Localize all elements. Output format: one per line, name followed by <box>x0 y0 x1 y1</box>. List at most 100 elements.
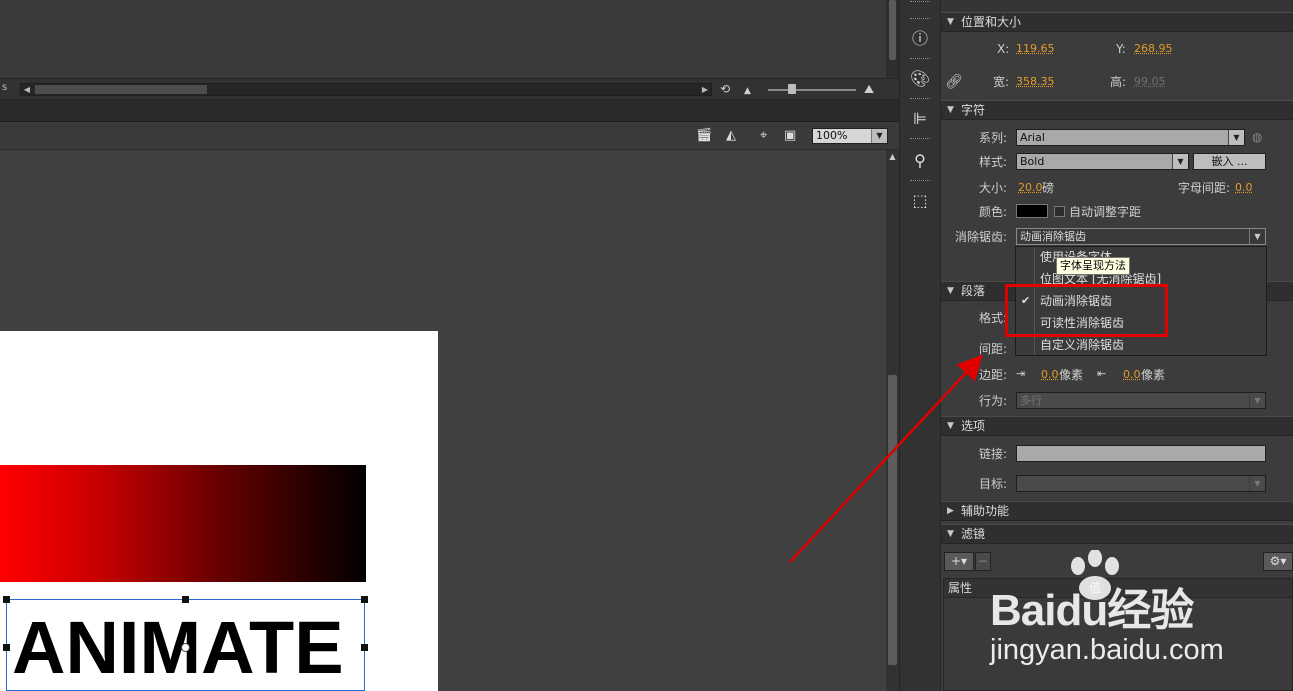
mountain-large-icon[interactable]: ⛰ <box>864 82 874 96</box>
width-label: 宽: <box>993 75 1010 89</box>
grip-handle[interactable] <box>910 18 930 20</box>
transform-icon[interactable]: ⬚ <box>908 190 932 212</box>
crosshair-icon[interactable]: ⌖ <box>760 128 767 144</box>
resize-handle[interactable] <box>3 596 10 603</box>
panel-top-edge <box>941 0 1293 12</box>
section-position-size[interactable]: ▼ 位置和大小 <box>941 12 1293 32</box>
gear-icon[interactable]: ⚙▾ <box>1263 552 1293 571</box>
gradient-rectangle[interactable] <box>0 465 366 582</box>
scroll-right-icon[interactable]: ▶ <box>699 84 711 95</box>
chevron-down-icon[interactable]: ▼ <box>1249 393 1265 408</box>
left-margin-icon: ⇥ <box>1016 367 1026 380</box>
link-chain-icon[interactable]: 🔗︎ <box>945 74 963 90</box>
scrollbar-thumb[interactable] <box>888 375 897 665</box>
link-label: 链接: <box>979 447 1008 461</box>
autokern-checkbox[interactable] <box>1054 206 1065 217</box>
target-select[interactable]: ▼ <box>1016 475 1266 492</box>
timeline-zoom-slider[interactable] <box>768 89 856 91</box>
section-title: 位置和大小 <box>961 15 1022 29</box>
spacing-label: 间距: <box>979 342 1008 356</box>
timeline-left-edge-text: s <box>2 82 8 93</box>
right-margin-value[interactable]: 0.0 <box>1123 367 1141 383</box>
resize-handle[interactable] <box>361 644 368 651</box>
grip-handle[interactable] <box>910 138 930 140</box>
timeline-horizontal-scrollbar[interactable]: ◀ ▶ <box>20 83 712 96</box>
expand-triangle-icon[interactable]: ▶ <box>947 502 954 521</box>
timeline-panel <box>0 0 886 78</box>
clapperboard-icon[interactable]: 🎬︎ <box>696 128 713 144</box>
left-margin-value[interactable]: 0.0 <box>1041 367 1059 383</box>
section-options[interactable]: ▼ 选项 <box>941 416 1293 436</box>
loop-icon[interactable]: ⟲ <box>720 82 730 96</box>
font-style-select[interactable]: Bold ▼ <box>1016 153 1189 170</box>
stage-text[interactable]: ANIMATE <box>12 606 344 690</box>
grip-handle[interactable] <box>910 58 930 60</box>
highlight-box <box>1005 284 1168 337</box>
embed-button[interactable]: 嵌入 ... <box>1193 153 1266 170</box>
antialias-select[interactable]: 动画消除锯齿 ▼ <box>1016 228 1266 245</box>
chevron-down-icon[interactable]: ▼ <box>1172 154 1188 169</box>
collapse-triangle-icon[interactable]: ▼ <box>947 13 954 32</box>
resize-handle[interactable] <box>3 644 10 651</box>
font-family-select[interactable]: Arial ▼ <box>1016 129 1245 146</box>
chevron-down-icon[interactable]: ▼ <box>1249 229 1265 244</box>
grip-handle[interactable] <box>910 180 930 182</box>
letter-spacing-label: 字母间距: <box>1178 181 1231 195</box>
scroll-up-icon[interactable]: ▲ <box>886 152 899 161</box>
collapse-triangle-icon[interactable]: ▼ <box>947 525 954 544</box>
x-value[interactable]: 119.65 <box>1016 41 1055 57</box>
stage-vertical-scrollbar[interactable]: ▲ <box>886 150 899 691</box>
height-value[interactable]: 99.05 <box>1134 74 1166 90</box>
width-value[interactable]: 358.35 <box>1016 74 1055 90</box>
chevron-down-icon[interactable]: ▼ <box>1249 476 1265 491</box>
collapse-triangle-icon[interactable]: ▼ <box>947 417 954 436</box>
grip-handle[interactable] <box>910 1 930 3</box>
section-filters[interactable]: ▼ 滤镜 <box>941 524 1293 544</box>
y-value[interactable]: 268.95 <box>1134 41 1173 57</box>
scrollbar-thumb[interactable] <box>35 85 207 94</box>
clip-stage-icon[interactable]: ▣ <box>784 128 796 144</box>
size-value[interactable]: 20.0 <box>1018 180 1043 196</box>
color-palette-icon[interactable]: 🎨︎ <box>908 68 932 90</box>
globe-icon[interactable]: ◍ <box>1252 129 1262 145</box>
zoom-select[interactable]: 100% ▼ <box>812 128 888 144</box>
margin-label: 边距: <box>979 368 1008 382</box>
timeline-footer-bar: s ◀ ▶ ⟲ ▲ ⛰ <box>0 78 899 100</box>
add-filter-button[interactable]: +▾ <box>944 552 974 571</box>
size-label: 大小: <box>979 181 1008 195</box>
motion-presets-icon[interactable]: ⚲ <box>908 150 932 172</box>
text-color-swatch[interactable] <box>1016 204 1048 218</box>
right-margin-unit: 像素 <box>1141 368 1166 382</box>
transform-point[interactable] <box>181 643 190 652</box>
timeline-vertical-scrollbar[interactable] <box>886 0 899 78</box>
info-icon[interactable]: ⓘ <box>908 28 932 50</box>
behavior-select[interactable]: 多行 ▼ <box>1016 392 1266 409</box>
autokern-label: 自动调整字距 <box>1069 205 1142 219</box>
scroll-left-icon[interactable]: ◀ <box>21 84 33 95</box>
stage-toolbar: 🎬︎ ◭ ⌖ ▣ 100% ▼ <box>0 122 899 150</box>
section-accessibility[interactable]: ▶ 辅助功能 <box>941 501 1293 521</box>
remove-filter-button[interactable]: − <box>975 552 991 571</box>
align-icon[interactable]: ⊫ <box>908 108 932 130</box>
font-style-value: Bold <box>1020 155 1045 168</box>
resize-handle[interactable] <box>182 596 189 603</box>
font-family-value: Arial <box>1020 131 1045 144</box>
timeline-zoom-knob[interactable] <box>788 84 796 94</box>
mountain-small-icon[interactable]: ▲ <box>744 84 751 98</box>
x-label: X: <box>997 42 1010 56</box>
link-input[interactable] <box>1016 445 1266 462</box>
collapse-triangle-icon[interactable]: ▼ <box>947 101 954 120</box>
symbol-edit-icon[interactable]: ◭ <box>726 128 736 144</box>
letter-spacing-value[interactable]: 0.0 <box>1235 180 1253 196</box>
color-label: 颜色: <box>979 205 1008 219</box>
chevron-down-icon[interactable]: ▼ <box>871 129 887 143</box>
scrollbar-thumb[interactable] <box>889 0 896 60</box>
section-title: 辅助功能 <box>961 504 1010 518</box>
chevron-down-icon[interactable]: ▼ <box>1228 130 1244 145</box>
resize-handle[interactable] <box>361 596 368 603</box>
collapse-triangle-icon[interactable]: ▼ <box>947 282 954 301</box>
menu-item[interactable]: 自定义消除锯齿 <box>1040 337 1124 353</box>
section-character[interactable]: ▼ 字符 <box>941 100 1293 120</box>
grip-handle[interactable] <box>910 98 930 100</box>
antialias-label: 消除锯齿: <box>955 230 1008 244</box>
